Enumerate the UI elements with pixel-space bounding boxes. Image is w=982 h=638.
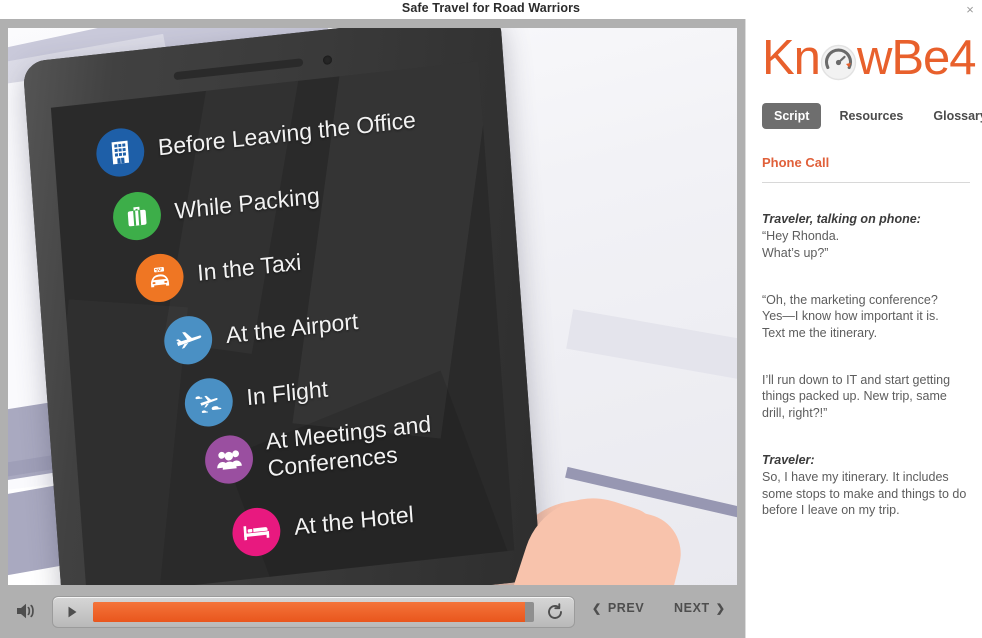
script-text: “Oh, the marketing conference? Yes—I kno… [762,292,939,340]
prev-button-label: PREV [607,601,645,615]
prev-button[interactable]: ❮ PREV [592,601,644,615]
chevron-right-icon: ❯ [715,602,726,615]
script-text: I’ll run down to IT and start getting th… [762,372,951,420]
menu-item-label: At Meetings and Conferences [264,410,432,482]
transport-control-group [52,596,575,628]
knowbe4-logo: Kn wBe4 [762,30,977,86]
hotel-bed-icon [230,505,283,559]
slide-illustration: Before Leaving the Office While Packing … [8,28,737,594]
sidebar-tabs: Script Resources Glossary [762,103,982,129]
script-paragraph: I’ll run down to IT and start getting th… [762,355,969,421]
speaker-icon[interactable] [12,598,38,624]
replay-icon[interactable] [536,598,574,626]
menu-item-in-the-taxi[interactable]: In the Taxi [133,239,303,305]
office-building-icon [94,125,146,180]
page-title: Safe Travel for Road Warriors [401,1,581,15]
close-icon[interactable]: × [962,2,978,18]
script-text: “Hey Rhonda. What’s up?” [762,229,840,260]
script-section-title: Phone Call [762,155,830,170]
progress-bar-fill [93,602,526,622]
play-icon[interactable] [53,598,91,626]
script-paragraph: “Oh, the marketing conference? Yes—I kno… [762,275,969,341]
logo-text-after: wBe4 [856,31,977,85]
tablet-device: Before Leaving the Office While Packing … [22,28,542,594]
menu-item-label: In Flight [245,375,329,411]
airplane-icon [162,313,214,367]
next-button[interactable]: NEXT ❯ [674,601,726,615]
tablet-screen: Before Leaving the Office While Packing … [50,61,515,594]
tab-script[interactable]: Script [762,103,822,129]
tab-glossary[interactable]: Glossary [921,103,982,129]
menu-item-before-leaving-the-office[interactable]: Before Leaving the Office [94,96,418,180]
menu-item-at-the-hotel[interactable]: At the Hotel [230,491,416,559]
script-body: Traveler, talking on phone: “Hey Rhonda. … [762,194,969,533]
progress-bar-track[interactable] [93,602,534,622]
tab-resources[interactable]: Resources [827,103,915,129]
menu-item-label: At the Hotel [293,501,415,541]
gauge-dial-icon [820,37,857,81]
menu-item-label: In the Taxi [196,249,303,287]
player-controls-bar: ❮ PREV NEXT ❯ [0,585,745,638]
script-speaker-label: Traveler: [762,452,815,467]
menu-item-label: While Packing [173,182,321,225]
media-stage: Before Leaving the Office While Packing … [0,19,745,638]
script-speaker-label: Traveler, talking on phone: [762,211,921,226]
next-button-label: NEXT [674,601,710,615]
script-sidebar: Kn wBe4 Script Resources Glossary Phone C… [745,19,982,638]
chevron-left-icon: ❮ [592,602,602,615]
people-group-icon [203,433,255,487]
airplane-clouds-icon [183,375,235,429]
script-paragraph: Traveler, talking on phone: “Hey Rhonda. … [762,194,969,261]
script-text: So, I have my itinerary. It includes som… [762,470,967,517]
menu-item-at-the-airport[interactable]: At the Airport [162,298,360,367]
menu-item-in-flight[interactable]: In Flight [183,365,330,429]
sidebar-divider [762,182,970,183]
window-title-bar: Safe Travel for Road Warriors × [0,0,982,20]
logo-text-before: Kn [762,31,821,85]
suitcase-icon [111,189,163,243]
module-menu-list: Before Leaving the Office While Packing … [51,61,514,594]
menu-item-while-packing[interactable]: While Packing [111,172,321,243]
script-paragraph: Traveler: So, I have my itinerary. It inc… [762,435,969,519]
menu-item-label: At the Airport [224,308,360,349]
menu-item-label: Before Leaving the Office [157,106,417,161]
taxi-icon [133,251,186,305]
